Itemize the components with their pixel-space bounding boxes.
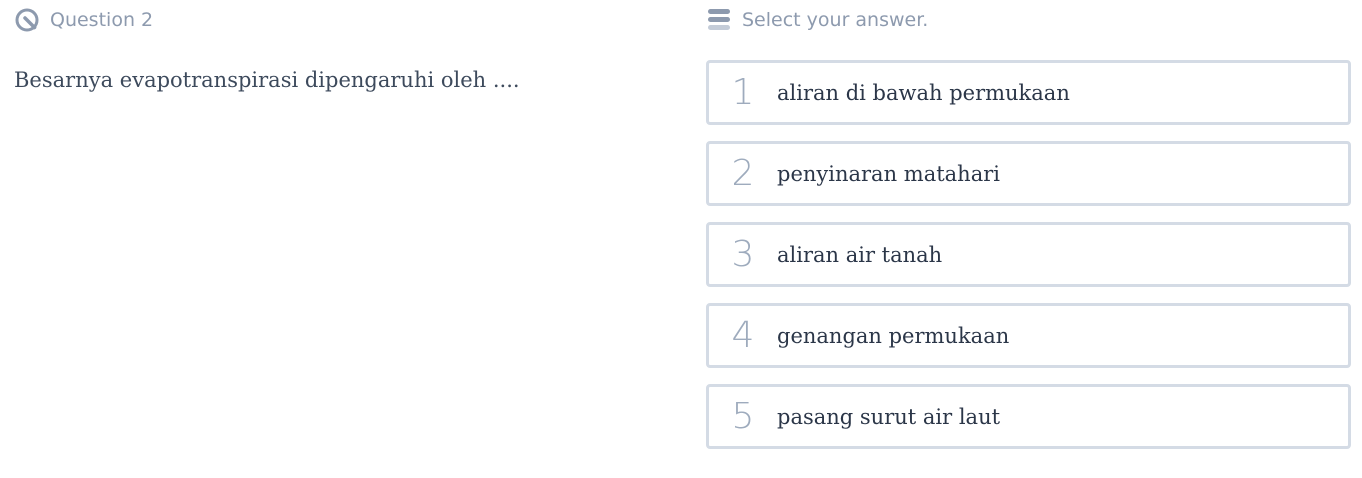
answer-option-2[interactable]: 2 penyinaran matahari [706, 141, 1351, 206]
answers-header: Select your answer. [706, 0, 1351, 40]
option-number: 1 [731, 72, 755, 113]
question-number-label: Question 2 [50, 9, 154, 31]
answer-option-5[interactable]: 5 pasang surut air laut [706, 384, 1351, 449]
option-label: aliran air tanah [777, 242, 943, 267]
question-text: Besarnya evapotranspirasi dipengaruhi ol… [14, 68, 520, 92]
answers-instruction: Select your answer. [742, 9, 929, 31]
answer-option-4[interactable]: 4 genangan permukaan [706, 303, 1351, 368]
option-number: 4 [731, 315, 755, 356]
option-number: 5 [731, 396, 755, 437]
list-icon [706, 7, 732, 33]
answer-option-1[interactable]: 1 aliran di bawah permukaan [706, 60, 1351, 125]
option-label: penyinaran matahari [777, 161, 1000, 186]
option-label: aliran di bawah permukaan [777, 80, 1070, 105]
answer-options-list: 1 aliran di bawah permukaan 2 penyinaran… [706, 60, 1351, 465]
answer-option-3[interactable]: 3 aliran air tanah [706, 222, 1351, 287]
quiz-pen-icon [14, 7, 40, 33]
option-label: genangan permukaan [777, 323, 1010, 348]
option-number: 3 [731, 234, 755, 275]
option-label: pasang surut air laut [777, 404, 1001, 429]
option-number: 2 [731, 153, 755, 194]
question-header: Question 2 [14, 0, 674, 40]
answers-panel: Select your answer. 1 aliran di bawah pe… [706, 0, 1351, 449]
question-panel: Question 2 Besarnya evapotranspirasi dip… [14, 0, 674, 94]
